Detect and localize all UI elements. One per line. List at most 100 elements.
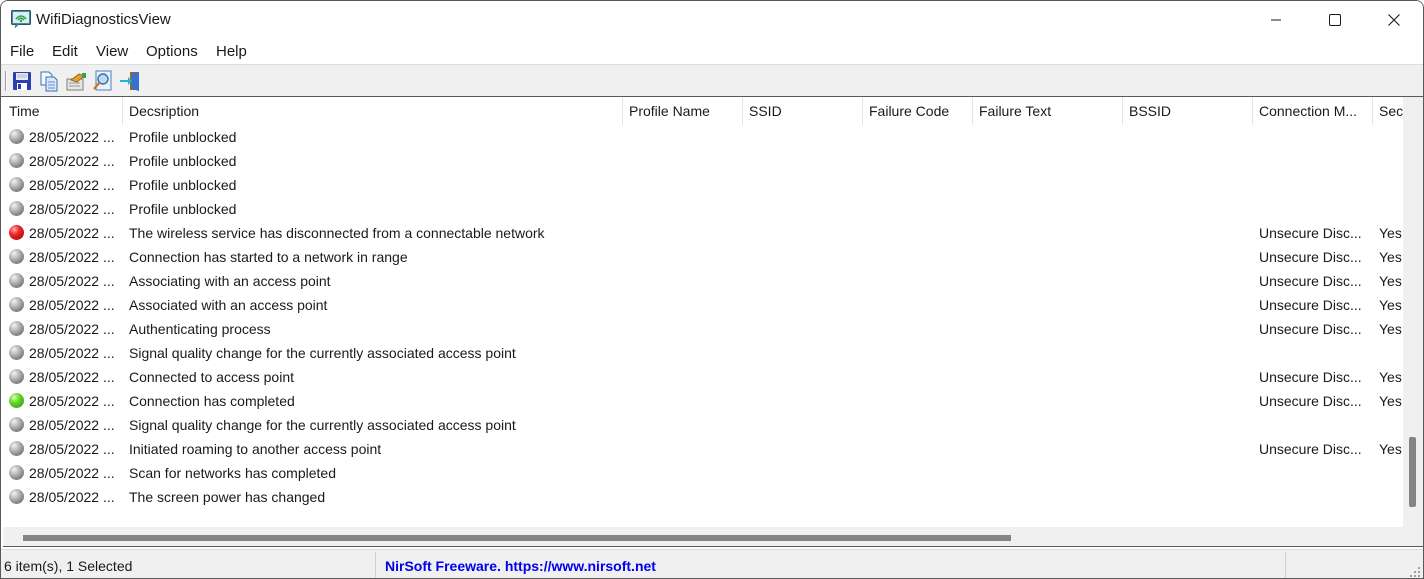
cell-connection-mode: Unsecure Disc... xyxy=(1259,321,1362,337)
cell-description: Scan for networks has completed xyxy=(129,465,336,481)
cell-time: 28/05/2022 ... xyxy=(29,153,115,169)
event-list[interactable]: Time Decsription Profile Name SSID Failu… xyxy=(3,97,1403,527)
cell-failure-text xyxy=(979,149,1123,173)
cell-time: 28/05/2022 ... xyxy=(29,297,115,313)
horizontal-scrollbar[interactable] xyxy=(3,527,1423,547)
menu-file[interactable]: File xyxy=(10,43,34,60)
column-header-failure-code[interactable]: Failure Code xyxy=(863,97,973,125)
column-header-time[interactable]: Time xyxy=(3,97,123,125)
cell-connection-mode xyxy=(1259,173,1373,197)
cell-ssid xyxy=(749,461,863,485)
toolbar-grip[interactable] xyxy=(5,71,7,91)
resize-grip-icon[interactable] xyxy=(1409,566,1421,578)
table-row[interactable]: 28/05/2022 ... Connection has started to … xyxy=(3,245,1403,269)
cell-security xyxy=(1379,461,1403,485)
cell-failure-text xyxy=(979,293,1123,317)
maximize-button[interactable] xyxy=(1306,1,1364,39)
cell-connection-mode xyxy=(1259,461,1373,485)
cell-failure-text xyxy=(979,317,1123,341)
cell-description: Signal quality change for the currently … xyxy=(129,417,516,433)
cell-security xyxy=(1379,485,1403,509)
cell-time: 28/05/2022 ... xyxy=(29,441,115,457)
cell-failure-text xyxy=(979,485,1123,509)
close-icon xyxy=(1388,14,1400,26)
status-gray-icon xyxy=(9,345,24,360)
toolbar xyxy=(1,64,1423,97)
cell-security xyxy=(1379,413,1403,437)
table-row[interactable]: 28/05/2022 ... Scan for networks has comp… xyxy=(3,461,1403,485)
cell-time: 28/05/2022 ... xyxy=(29,321,115,337)
cell-profile-name xyxy=(629,149,743,173)
cell-connection-mode xyxy=(1259,485,1373,509)
find-button[interactable] xyxy=(92,70,114,92)
cell-connection-mode: Unsecure Disc... xyxy=(1259,393,1362,409)
table-row[interactable]: 28/05/2022 ... Connected to access point U… xyxy=(3,365,1403,389)
cell-connection-mode: Unsecure Disc... xyxy=(1259,297,1362,313)
exit-button[interactable] xyxy=(119,70,141,92)
vertical-scrollbar[interactable] xyxy=(1403,97,1423,527)
column-header-profile-name[interactable]: Profile Name xyxy=(623,97,743,125)
cell-description: Profile unblocked xyxy=(129,201,237,217)
list-header: Time Decsription Profile Name SSID Failu… xyxy=(3,97,1403,125)
table-row[interactable]: 28/05/2022 ... Authenticating process Unse… xyxy=(3,317,1403,341)
table-row[interactable]: 28/05/2022 ... Profile unblocked xyxy=(3,149,1403,173)
cell-security xyxy=(1379,197,1403,221)
column-header-description[interactable]: Decsription xyxy=(123,97,623,125)
cell-bssid xyxy=(1129,125,1253,149)
cell-profile-name xyxy=(629,173,743,197)
cell-bssid xyxy=(1129,437,1253,461)
table-row[interactable]: 28/05/2022 ... Profile unblocked xyxy=(3,125,1403,149)
cell-bssid xyxy=(1129,197,1253,221)
nirsoft-link[interactable]: NirSoft Freeware. https://www.nirsoft.ne… xyxy=(385,558,656,574)
cell-description: Connection has started to a network in r… xyxy=(129,249,408,265)
table-row[interactable]: 28/05/2022 ... Associated with an access … xyxy=(3,293,1403,317)
table-row[interactable]: 28/05/2022 ... Initiated roaming to anoth… xyxy=(3,437,1403,461)
cell-time: 28/05/2022 ... xyxy=(29,393,115,409)
cell-profile-name xyxy=(629,485,743,509)
table-row[interactable]: 28/05/2022 ... Connection has completed Un… xyxy=(3,389,1403,413)
vertical-scroll-thumb[interactable] xyxy=(1409,437,1416,507)
column-header-failure-text[interactable]: Failure Text xyxy=(973,97,1123,125)
copy-button[interactable] xyxy=(38,70,60,92)
exit-icon xyxy=(120,72,139,91)
column-header-bssid[interactable]: BSSID xyxy=(1123,97,1253,125)
cell-connection-mode xyxy=(1259,413,1373,437)
cell-failure-code xyxy=(869,461,973,485)
cell-security: Yes xyxy=(1379,249,1402,265)
cell-failure-code xyxy=(869,437,973,461)
cell-failure-code xyxy=(869,317,973,341)
status-divider xyxy=(375,552,376,578)
cell-description: Associated with an access point xyxy=(129,297,328,313)
cell-ssid xyxy=(749,485,863,509)
table-row[interactable]: 28/05/2022 ... Signal quality change for … xyxy=(3,341,1403,365)
menu-edit[interactable]: Edit xyxy=(52,43,78,60)
cell-ssid xyxy=(749,413,863,437)
status-gray-icon xyxy=(9,273,24,288)
table-row[interactable]: 28/05/2022 ... Associating with an access… xyxy=(3,269,1403,293)
cell-failure-text xyxy=(979,389,1123,413)
cell-failure-text xyxy=(979,269,1123,293)
save-button[interactable] xyxy=(11,70,33,92)
menu-help[interactable]: Help xyxy=(216,43,247,60)
close-button[interactable] xyxy=(1365,1,1423,39)
column-header-ssid[interactable]: SSID xyxy=(743,97,863,125)
column-header-security[interactable]: Sec xyxy=(1373,97,1403,125)
table-row[interactable]: 28/05/2022 ... Signal quality change for … xyxy=(3,413,1403,437)
cell-time: 28/05/2022 ... xyxy=(29,273,115,289)
column-header-connection-mode[interactable]: Connection M... xyxy=(1253,97,1373,125)
cell-bssid xyxy=(1129,413,1253,437)
minimize-button[interactable] xyxy=(1247,1,1305,39)
properties-button[interactable] xyxy=(65,70,87,92)
horizontal-scroll-thumb[interactable] xyxy=(23,535,1011,541)
menu-options[interactable]: Options xyxy=(146,43,198,60)
status-gray-icon xyxy=(9,297,24,312)
table-row[interactable]: 28/05/2022 ... The screen power has chang… xyxy=(3,485,1403,509)
cell-ssid xyxy=(749,293,863,317)
menu-view[interactable]: View xyxy=(96,43,128,60)
table-row[interactable]: 28/05/2022 ... Profile unblocked xyxy=(3,197,1403,221)
cell-security: Yes xyxy=(1379,441,1402,457)
cell-bssid xyxy=(1129,389,1253,413)
table-row[interactable]: 28/05/2022 ... The wireless service has d… xyxy=(3,221,1403,245)
cell-profile-name xyxy=(629,245,743,269)
table-row[interactable]: 28/05/2022 ... Profile unblocked xyxy=(3,173,1403,197)
